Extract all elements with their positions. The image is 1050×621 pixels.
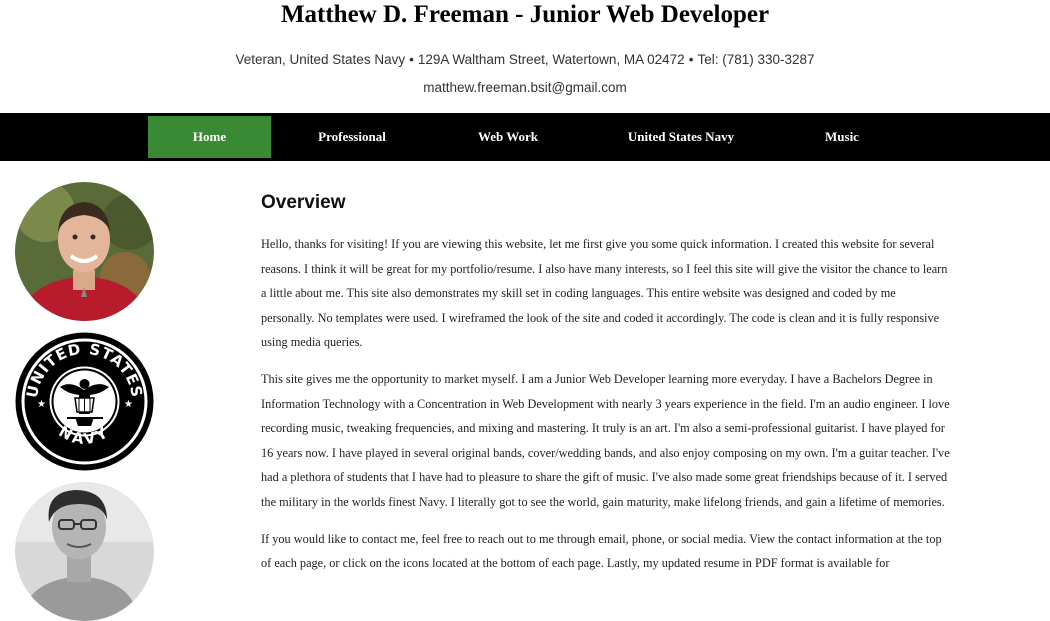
svg-text:★: ★ <box>37 399 46 410</box>
profile-photo-image <box>15 182 154 321</box>
contact-info: Veteran, United States Navy • 129A Waltham… <box>0 52 1050 67</box>
nav-professional[interactable]: Professional <box>290 116 414 158</box>
main-nav: Home Professional Web Work United States… <box>0 113 1050 161</box>
separator: • <box>409 52 414 67</box>
nav-music[interactable]: Music <box>780 116 904 158</box>
svg-text:★: ★ <box>124 399 133 410</box>
address-text: 129A Waltham Street, Watertown, MA 02472 <box>417 52 685 67</box>
navy-seal-logo: UNITED STATES NAVY ★ ★ <box>15 332 154 471</box>
phone-text: Tel: (781) 330-3287 <box>697 52 815 67</box>
nav-home[interactable]: Home <box>148 116 271 158</box>
navy-seal-image: UNITED STATES NAVY ★ ★ <box>15 332 154 471</box>
rank-text: Veteran, United States Navy <box>235 52 406 67</box>
page-title: Matthew D. Freeman - Junior Web Develope… <box>280 1 770 28</box>
nav-web-work[interactable]: Web Work <box>446 116 570 158</box>
contact-paragraph: If you would like to contact me, feel fr… <box>261 531 942 571</box>
email-text: matthew.freeman.bsit@gmail.com <box>423 80 627 95</box>
intro-paragraph: Hello, thanks for visiting! If you are v… <box>261 237 948 350</box>
profile-photo <box>15 182 154 321</box>
bw-portrait-image <box>15 482 154 621</box>
email-line: matthew.freeman.bsit@gmail.com <box>0 80 1050 95</box>
nav-united-states-navy[interactable]: United States Navy <box>611 116 751 158</box>
overview-heading: Overview <box>261 192 346 213</box>
bw-portrait-photo <box>15 482 154 621</box>
main-content: Overview Hello, thanks for visiting! If … <box>261 190 951 588</box>
separator: • <box>688 52 694 67</box>
about-paragraph: This site gives me the opportunity to ma… <box>261 371 950 509</box>
